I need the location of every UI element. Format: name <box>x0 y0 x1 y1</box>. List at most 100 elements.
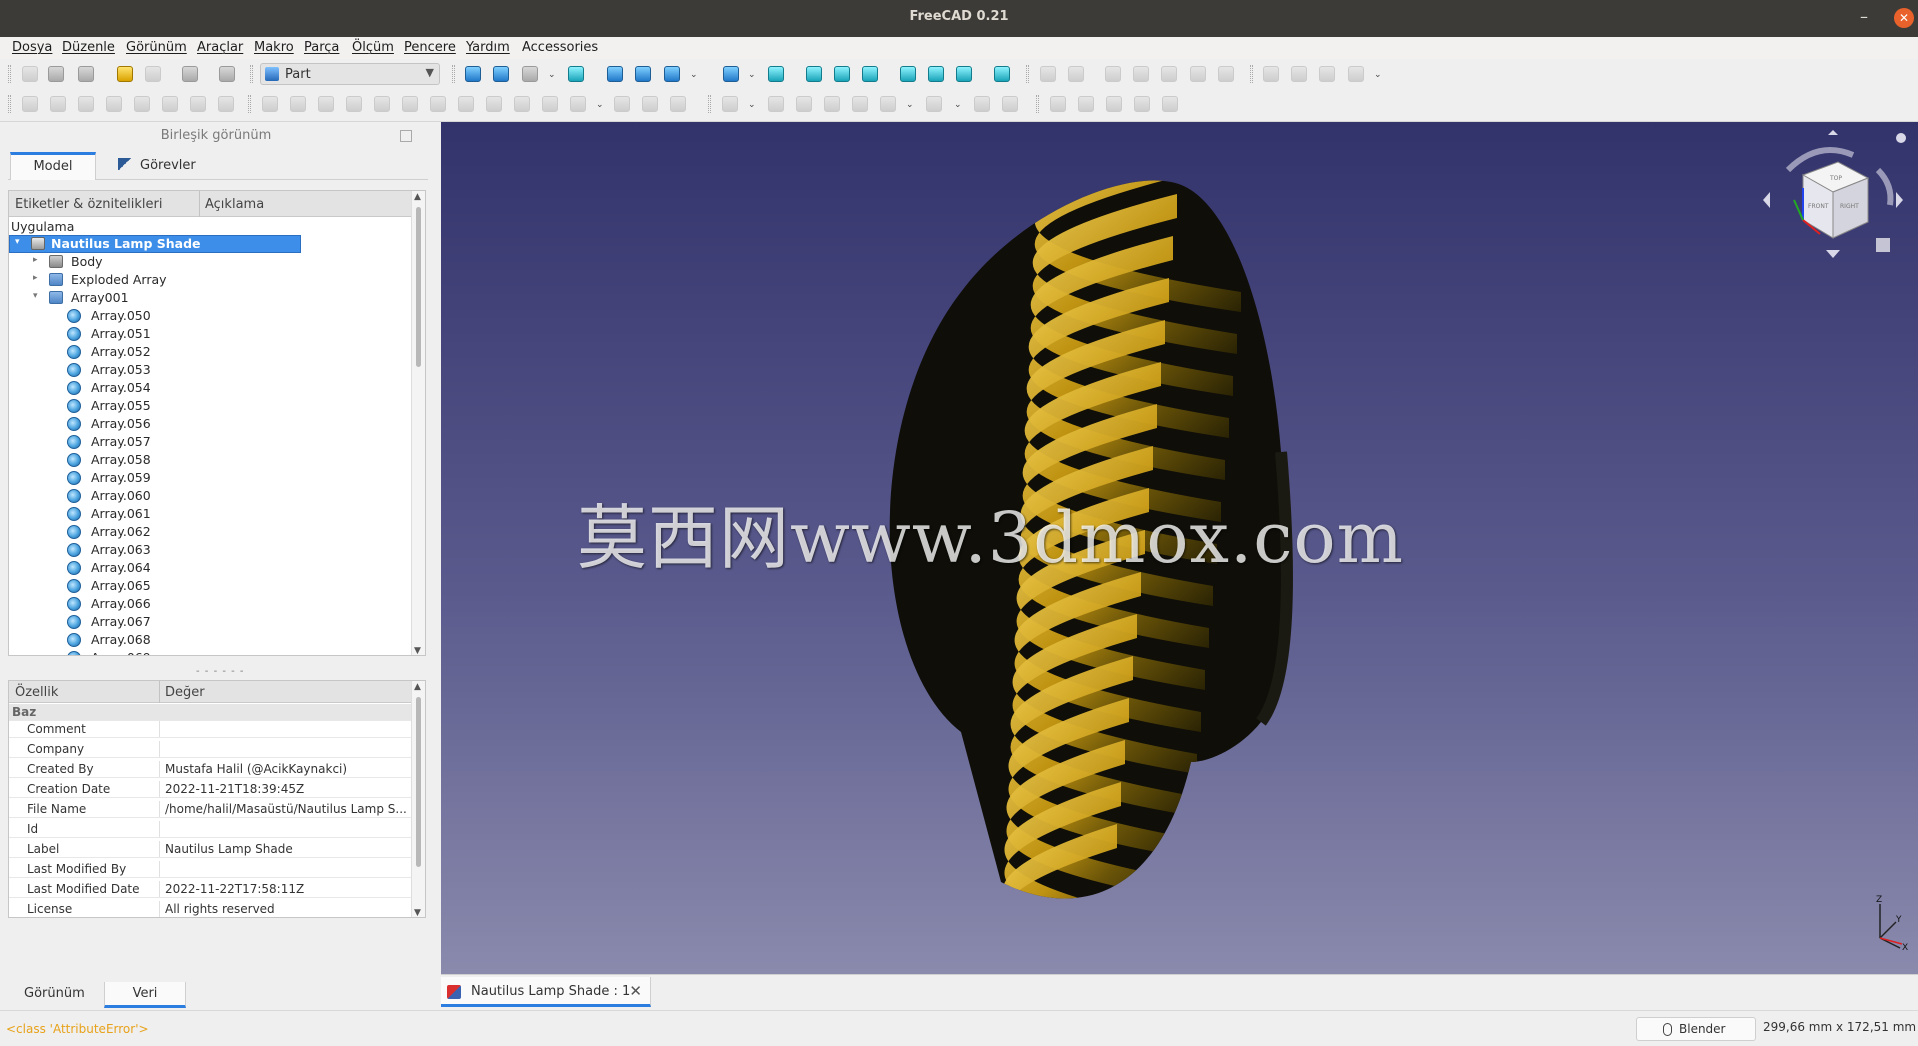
part-projection-icon[interactable] <box>642 96 658 112</box>
tree-item-array[interactable]: Array.059 <box>9 469 309 487</box>
tab-model[interactable]: Model <box>10 152 96 180</box>
whats-this-icon[interactable] <box>219 66 235 82</box>
right-view-icon[interactable] <box>862 66 878 82</box>
tree-item-array[interactable]: Array.062 <box>9 523 309 541</box>
measure-angular-icon[interactable] <box>1068 66 1084 82</box>
toolbar-handle[interactable] <box>452 65 455 83</box>
part-compound-icon[interactable] <box>722 96 738 112</box>
part-extrude-icon[interactable] <box>262 96 278 112</box>
property-value[interactable]: Mustafa Halil (@AcikKaynakci) <box>159 762 409 776</box>
redo-icon[interactable] <box>145 66 161 82</box>
scroll-up-icon[interactable]: ▲ <box>414 192 421 202</box>
toolbar-handle[interactable] <box>708 95 711 113</box>
prop-col-value[interactable]: Değer <box>165 685 205 700</box>
toolbar-handle[interactable] <box>8 95 11 113</box>
part-join-icon[interactable] <box>880 96 896 112</box>
tree-scrollbar[interactable]: ▲ ▼ <box>411 191 425 655</box>
tree-item-exploded-array[interactable]: ▸ Exploded Array <box>9 271 309 289</box>
tree-item-document[interactable]: ▾ Nautilus Lamp Shade <box>9 235 309 253</box>
menu-accessories[interactable]: Accessories <box>522 40 598 55</box>
expand-arrow-icon[interactable]: ▸ <box>33 255 38 265</box>
part-revolve-icon[interactable] <box>290 96 306 112</box>
part-boolean-icon[interactable] <box>768 96 784 112</box>
toolbar-handle[interactable] <box>1250 65 1253 83</box>
property-row[interactable]: Comment <box>9 721 411 738</box>
front-view-icon[interactable] <box>806 66 822 82</box>
scrollbar-thumb[interactable] <box>416 207 421 367</box>
property-scrollbar[interactable]: ▲ ▼ <box>411 681 425 917</box>
rotate-left-icon[interactable] <box>1763 192 1770 208</box>
tree-item-array001[interactable]: ▾ Array001 <box>9 289 309 307</box>
tree-col-labels[interactable]: Etiketler & öznitelikleri <box>15 197 162 212</box>
navigation-style-button[interactable]: Blender <box>1636 1017 1756 1041</box>
part-primitives-icon[interactable] <box>190 96 206 112</box>
part-ruled-surface-icon[interactable] <box>430 96 446 112</box>
property-value[interactable]: /home/halil/Masaüstü/Nautilus Lamp S... <box>159 802 409 816</box>
tree-item-array[interactable]: Array.057 <box>9 433 309 451</box>
rear-view-icon[interactable] <box>900 66 916 82</box>
measure-delta-icon[interactable] <box>1218 66 1234 82</box>
part-split-icon[interactable] <box>926 96 942 112</box>
measure-distance-icon[interactable] <box>994 66 1010 82</box>
tree-item-array[interactable]: Array.055 <box>9 397 309 415</box>
measure-linear-2-icon[interactable] <box>1050 96 1066 112</box>
property-row[interactable]: Label Nautilus Lamp Shade <box>9 841 411 858</box>
part-fillet-icon[interactable] <box>346 96 362 112</box>
stereo-icon[interactable] <box>664 66 680 82</box>
tree-item-array[interactable]: Array.053 <box>9 361 309 379</box>
bounding-box-icon[interactable] <box>568 66 584 82</box>
property-row[interactable]: Company <box>9 741 411 758</box>
part-mirror-icon[interactable] <box>318 96 334 112</box>
save-icon[interactable] <box>78 66 94 82</box>
property-row[interactable]: Last Modified Date 2022-11-22T17:58:11Z <box>9 881 411 898</box>
property-value[interactable]: Nautilus Lamp Shade <box>159 842 409 856</box>
rotate-down-icon[interactable] <box>1826 250 1840 258</box>
measure-refresh-icon[interactable] <box>1105 66 1121 82</box>
property-row[interactable]: License All rights reserved <box>9 901 411 917</box>
part-check-geometry-icon[interactable] <box>974 96 990 112</box>
toolbar-handle[interactable] <box>8 65 11 83</box>
tree-item-array[interactable]: Array.063 <box>9 541 309 559</box>
menu-duzenle[interactable]: Düzenle <box>62 40 115 55</box>
fit-all-icon[interactable] <box>465 66 481 82</box>
part-cylinder-icon[interactable] <box>50 96 66 112</box>
measure-clear-2-icon[interactable] <box>1106 96 1122 112</box>
part-cross-sections-icon[interactable] <box>542 96 558 112</box>
measure-3d-icon[interactable] <box>1190 66 1206 82</box>
accessory-share-icon[interactable] <box>1348 66 1364 82</box>
left-view-icon[interactable] <box>956 66 972 82</box>
tree-col-description[interactable]: Açıklama <box>205 197 264 212</box>
navigation-cube[interactable]: TOP FRONT RIGHT <box>1758 130 1908 280</box>
open-icon[interactable] <box>48 66 64 82</box>
part-fuse-icon[interactable] <box>824 96 840 112</box>
menu-makro[interactable]: Makro <box>254 40 294 55</box>
tree-item-array[interactable]: Array.066 <box>9 595 309 613</box>
property-value[interactable]: 2022-11-22T17:58:11Z <box>159 882 409 896</box>
measure-toggle-icon[interactable] <box>1161 66 1177 82</box>
draw-style-icon[interactable] <box>522 66 538 82</box>
property-row[interactable]: Created By Mustafa Halil (@AcikKaynakci) <box>9 761 411 778</box>
tree-item-array[interactable]: Array.064 <box>9 559 309 577</box>
property-value[interactable]: 2022-11-21T18:39:45Z <box>159 782 409 796</box>
part-cut-icon[interactable] <box>796 96 812 112</box>
measure-toggle-2-icon[interactable] <box>1134 96 1150 112</box>
minimize-button[interactable]: – <box>1854 8 1874 28</box>
tab-gorevler[interactable]: Görevler <box>104 152 210 180</box>
forward-arrow-icon[interactable] <box>635 66 651 82</box>
workbench-selector[interactable]: Part ▼ <box>260 63 440 85</box>
part-torus-icon[interactable] <box>134 96 150 112</box>
toolbar-handle[interactable] <box>250 65 253 83</box>
tree-item-array[interactable]: Array.051 <box>9 325 309 343</box>
part-face-icon[interactable] <box>402 96 418 112</box>
panel-splitter[interactable]: - - - - - - <box>196 666 245 677</box>
part-cone-icon[interactable] <box>106 96 122 112</box>
part-sweep-icon[interactable] <box>486 96 502 112</box>
part-offset-icon[interactable] <box>570 96 586 112</box>
toolbar-handle[interactable] <box>248 95 251 113</box>
part-section-icon[interactable] <box>514 96 530 112</box>
back-arrow-icon[interactable] <box>607 66 623 82</box>
float-dock-icon[interactable] <box>400 130 412 142</box>
tree-item-array[interactable]: Array.054 <box>9 379 309 397</box>
view-menu-icon[interactable] <box>1876 238 1890 252</box>
measure-clear-icon[interactable] <box>1133 66 1149 82</box>
